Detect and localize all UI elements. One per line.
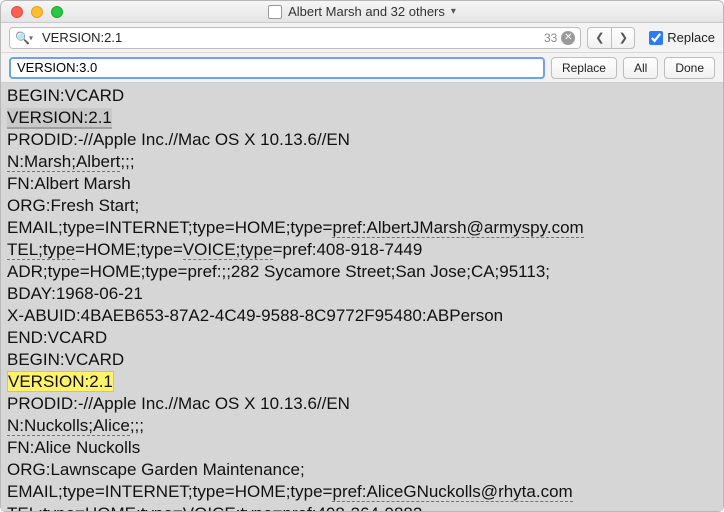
text-editor[interactable]: BEGIN:VCARDVERSION:2.1PRODID:-//Apple In… <box>1 83 723 511</box>
editor-line: EMAIL;type=INTERNET;type=HOME;type=pref:… <box>7 217 717 239</box>
editor-line: TEL;type=HOME;type=VOICE;type=pref:408-2… <box>7 503 717 511</box>
replace-checkbox[interactable] <box>649 31 663 45</box>
search-dropdown-icon[interactable]: ▾ <box>29 33 33 42</box>
window-controls <box>11 6 63 18</box>
replace-checkbox-label: Replace <box>667 30 715 45</box>
replace-button[interactable]: Replace <box>551 57 617 79</box>
close-window-button[interactable] <box>11 6 23 18</box>
search-field-wrap: 🔍 ▾ 33 ✕ <box>9 27 581 49</box>
editor-line: X-ABUID:4BAEB653-87A2-4C49-9588-8C9772F9… <box>7 305 717 327</box>
editor-line: BDAY:1968-06-21 <box>7 283 717 305</box>
find-match: VERSION:2.1 <box>7 108 112 129</box>
search-icon: 🔍 <box>15 31 30 45</box>
window-title: Albert Marsh and 32 others <box>288 4 445 19</box>
chevron-down-icon[interactable]: ▾ <box>451 6 456 17</box>
editor-line: PRODID:-//Apple Inc.//Mac OS X 10.13.6//… <box>7 129 717 151</box>
document-icon <box>268 5 282 19</box>
find-match-current: VERSION:2.1 <box>7 371 114 392</box>
clear-search-icon[interactable]: ✕ <box>561 31 575 45</box>
find-next-button[interactable]: ❯ <box>611 27 635 49</box>
find-prev-button[interactable]: ❮ <box>587 27 611 49</box>
replace-toolbar: Replace All Done <box>1 53 723 83</box>
search-result-count: 33 <box>544 31 557 45</box>
replace-toggle[interactable]: Replace <box>649 30 715 45</box>
find-nav: ❮ ❯ <box>587 27 635 49</box>
minimize-window-button[interactable] <box>31 6 43 18</box>
window: Albert Marsh and 32 others ▾ 🔍 ▾ 33 ✕ ❮ … <box>0 0 724 512</box>
replace-all-button[interactable]: All <box>623 57 658 79</box>
editor-line: BEGIN:VCARD <box>7 85 717 107</box>
editor-line: VERSION:2.1 <box>7 371 717 393</box>
editor-line: BEGIN:VCARD <box>7 349 717 371</box>
editor-line: END:VCARD <box>7 327 717 349</box>
editor-line: VERSION:2.1 <box>7 107 717 129</box>
editor-line: ORG:Lawnscape Garden Maintenance; <box>7 459 717 481</box>
editor-line: PRODID:-//Apple Inc.//Mac OS X 10.13.6//… <box>7 393 717 415</box>
editor-line: N:Marsh;Albert;;; <box>7 151 717 173</box>
find-toolbar: 🔍 ▾ 33 ✕ ❮ ❯ Replace <box>1 23 723 53</box>
editor-line: ADR;type=HOME;type=pref:;;282 Sycamore S… <box>7 261 717 283</box>
editor-line: TEL;type=HOME;type=VOICE;type=pref:408-9… <box>7 239 717 261</box>
replace-input[interactable] <box>9 57 545 79</box>
editor-line: FN:Albert Marsh <box>7 173 717 195</box>
editor-line: N:Nuckolls;Alice;;; <box>7 415 717 437</box>
done-button[interactable]: Done <box>664 57 715 79</box>
zoom-window-button[interactable] <box>51 6 63 18</box>
search-input[interactable] <box>9 27 581 49</box>
editor-line: ORG:Fresh Start; <box>7 195 717 217</box>
editor-line: FN:Alice Nuckolls <box>7 437 717 459</box>
editor-line: EMAIL;type=INTERNET;type=HOME;type=pref:… <box>7 481 717 503</box>
titlebar: Albert Marsh and 32 others ▾ <box>1 1 723 23</box>
